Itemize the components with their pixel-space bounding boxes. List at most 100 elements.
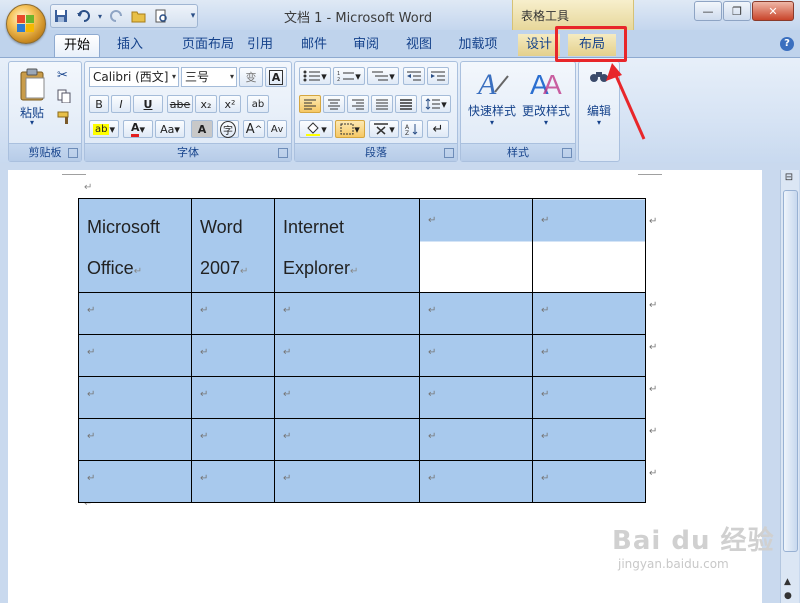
table-cell[interactable]: ↵ xyxy=(78,292,192,335)
close-button[interactable]: ✕ xyxy=(752,1,794,21)
table-cell[interactable]: ↵ xyxy=(532,334,646,377)
table-cell[interactable]: ↵ xyxy=(191,376,275,419)
tab-design[interactable]: 设计 xyxy=(518,34,560,56)
view-ruler-icon[interactable]: ⊟ xyxy=(781,172,797,186)
table-cell[interactable]: ↵ xyxy=(78,418,192,461)
table-cell[interactable]: ↵ xyxy=(274,376,420,419)
table-cell[interactable]: ↵ xyxy=(274,418,420,461)
table-cell[interactable]: ↵ xyxy=(419,460,533,503)
font-size-combo[interactable]: 三号 ▾ xyxy=(181,67,237,87)
document-table[interactable]: Microsoft Office↵ Word 2007↵ Internet Explo… xyxy=(78,198,646,503)
change-case-button[interactable]: Aa ▾ xyxy=(155,120,185,138)
restore-button[interactable]: ❐ xyxy=(723,1,751,21)
help-icon[interactable]: ? xyxy=(780,37,794,51)
justify-icon[interactable] xyxy=(371,95,393,113)
underline-button[interactable]: U xyxy=(133,95,163,113)
increase-indent-icon[interactable] xyxy=(427,67,449,85)
strikethrough-button[interactable]: abe xyxy=(167,95,193,113)
table-cell[interactable]: ↵ xyxy=(419,376,533,419)
office-button[interactable] xyxy=(6,4,46,44)
distributed-icon[interactable] xyxy=(395,95,417,113)
line-spacing-button[interactable]: ▾ xyxy=(421,95,451,113)
table-cell[interactable]: ↵ xyxy=(532,376,646,419)
cut-icon[interactable]: ✂ xyxy=(57,68,68,83)
change-styles-button[interactable]: A A 更改样式 ▾ xyxy=(519,64,573,134)
quick-styles-button[interactable]: A 快速样式 ▾ xyxy=(465,64,519,134)
font-dialog-launcher-icon[interactable] xyxy=(278,148,288,158)
tab-home[interactable]: 开始 xyxy=(54,34,100,57)
tab-references[interactable]: 引用 xyxy=(238,34,282,56)
highlight-color-button[interactable]: ab ▾ xyxy=(89,120,119,138)
styles-dialog-launcher-icon[interactable] xyxy=(562,148,572,158)
customize-icon[interactable]: ▾ xyxy=(184,7,202,25)
minimize-button[interactable]: — xyxy=(694,1,722,21)
table-cell[interactable]: ↵ xyxy=(191,334,275,377)
table-cell[interactable]: ↵ xyxy=(419,198,533,293)
paste-button[interactable]: 粘贴 ▾ xyxy=(15,66,49,127)
enclose-char-icon[interactable]: 字 xyxy=(217,120,239,138)
table-cell[interactable]: ↵ xyxy=(419,334,533,377)
clear-format-icon[interactable]: 变 xyxy=(239,67,263,87)
phonetic-guide-icon[interactable]: ab xyxy=(247,95,269,113)
format-painter-icon[interactable] xyxy=(57,110,71,124)
table-cell[interactable]: ↵ xyxy=(191,460,275,503)
select-browse-object-icon[interactable]: ● xyxy=(784,591,792,601)
paragraph-dialog-launcher-icon[interactable] xyxy=(444,148,454,158)
table-cell[interactable]: ↵ xyxy=(78,334,192,377)
table-cell[interactable]: ↵ xyxy=(78,460,192,503)
table-cell[interactable]: ↵ xyxy=(274,334,420,377)
grow-font-button[interactable]: A ^ xyxy=(243,120,265,138)
save-icon[interactable] xyxy=(52,7,70,25)
cell-line: 2007 xyxy=(200,258,241,278)
superscript-button[interactable]: x² xyxy=(219,95,241,113)
tab-mailings[interactable]: 邮件 xyxy=(292,34,336,56)
table-cell[interactable]: ↵ xyxy=(532,198,646,293)
decrease-indent-icon[interactable] xyxy=(403,67,425,85)
redo-icon[interactable] xyxy=(108,7,126,25)
table-cell[interactable]: Word 2007↵ xyxy=(191,198,275,293)
shading-button[interactable]: ▾ xyxy=(299,120,333,138)
print-preview-icon[interactable] xyxy=(152,7,170,25)
tab-addins[interactable]: 加载项 xyxy=(452,34,504,56)
bullets-button[interactable]: ▾ xyxy=(299,67,331,85)
italic-button[interactable]: I xyxy=(111,95,131,113)
sort-icon[interactable]: AZ xyxy=(401,120,423,138)
table-cell[interactable]: ↵ xyxy=(419,418,533,461)
multilevel-list-button[interactable]: ▾ xyxy=(367,67,399,85)
undo-dropdown-icon[interactable]: ▾ xyxy=(96,7,104,25)
align-center-icon[interactable] xyxy=(323,95,345,113)
table-cell[interactable]: ↵ xyxy=(274,292,420,335)
char-shading-icon[interactable]: A xyxy=(191,120,213,138)
open-icon[interactable] xyxy=(130,7,148,25)
table-cell[interactable]: ↵ xyxy=(78,376,192,419)
table-cell[interactable]: ↵ xyxy=(191,292,275,335)
bold-button[interactable]: B xyxy=(89,95,109,113)
table-cell[interactable]: ↵ xyxy=(191,418,275,461)
tab-insert[interactable]: 插入 xyxy=(108,34,152,56)
tab-review[interactable]: 审阅 xyxy=(344,34,388,56)
table-cell[interactable]: ↵ xyxy=(532,460,646,503)
borders-button[interactable]: ▾ xyxy=(335,120,365,138)
table-cell[interactable]: Internet Explorer↵ xyxy=(274,198,420,293)
copy-icon[interactable] xyxy=(57,89,71,104)
align-left-icon[interactable] xyxy=(299,95,321,113)
clipboard-dialog-launcher-icon[interactable] xyxy=(68,148,78,158)
paragraph-mark: ↵ xyxy=(200,473,209,484)
chinese-layout-button[interactable]: ▾ xyxy=(369,120,399,138)
table-cell[interactable]: ↵ xyxy=(274,460,420,503)
table-cell[interactable]: Microsoft Office↵ xyxy=(78,198,192,293)
undo-icon[interactable] xyxy=(74,7,92,25)
table-cell[interactable]: ↵ xyxy=(532,418,646,461)
char-border-icon[interactable]: A xyxy=(265,67,287,87)
font-color-button[interactable]: A ▾ xyxy=(123,120,153,138)
align-right-icon[interactable] xyxy=(347,95,369,113)
show-marks-icon[interactable]: ↵ xyxy=(427,120,449,138)
scrollbar-thumb[interactable] xyxy=(783,190,798,552)
numbering-button[interactable]: 1 2 ▾ xyxy=(333,67,365,85)
font-name-combo[interactable]: Calibri (西文] ▾ xyxy=(89,67,179,87)
table-cell[interactable]: ↵ xyxy=(419,292,533,335)
tab-view[interactable]: 视图 xyxy=(397,34,441,56)
shrink-font-button[interactable]: Av xyxy=(267,120,287,138)
table-cell[interactable]: ↵ xyxy=(532,292,646,335)
subscript-button[interactable]: x₂ xyxy=(195,95,217,113)
